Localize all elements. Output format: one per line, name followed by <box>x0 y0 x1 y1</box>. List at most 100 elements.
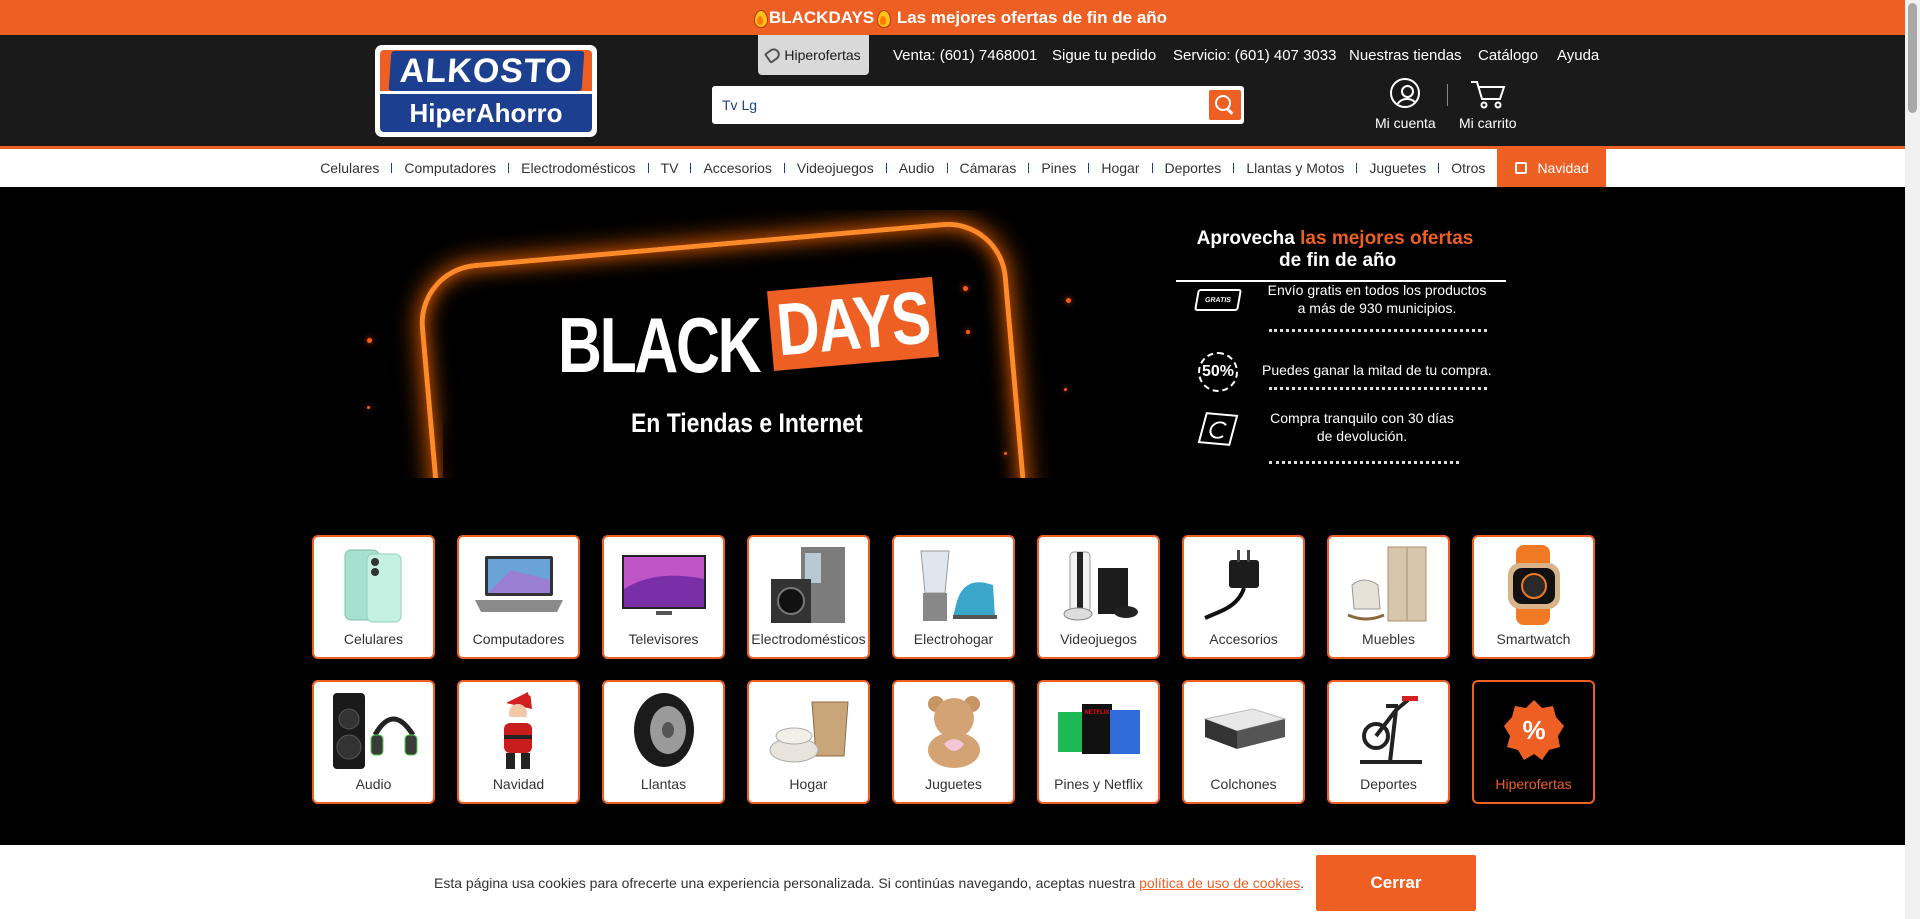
top-link-label: Venta: (601) 7468001 <box>893 46 1038 64</box>
tile-hogar[interactable]: Hogar <box>747 680 870 804</box>
cookie-policy-link[interactable]: política de uso de cookies <box>1139 875 1300 891</box>
category-link[interactable]: Llantas y Motos <box>1246 160 1344 176</box>
tile-hiperofertas[interactable]: % Hiperofertas <box>1472 680 1595 804</box>
tile-muebles[interactable]: Muebles <box>1327 535 1450 659</box>
category-link[interactable]: Accesorios <box>703 160 771 176</box>
promo-tail: Las mejores ofertas de fin de año <box>892 7 1168 27</box>
tile-navidad[interactable]: Navidad <box>457 680 580 804</box>
my-cart-link[interactable]: Mi carrito <box>1459 78 1517 131</box>
tile-label: Electrodomésticos <box>751 631 866 647</box>
nav-divider <box>1233 163 1235 173</box>
tile-juguetes[interactable]: Juguetes <box>892 680 1015 804</box>
cookie-text: Esta página usa cookies para ofrecerte u… <box>434 875 1304 891</box>
tile-colchones[interactable]: Colchones <box>1182 680 1305 804</box>
top-link-servicio[interactable]: Servicio: (601) 407 3033 <box>1173 35 1336 75</box>
category-link[interactable]: Hogar <box>1101 160 1139 176</box>
benefits-title: Aprovecha las mejores ofertas de fin de … <box>1140 228 1530 272</box>
home-goods-image <box>769 701 849 763</box>
spark-dot <box>1064 388 1067 391</box>
search-button[interactable] <box>1208 89 1242 121</box>
scrollbar-thumb[interactable] <box>1908 3 1917 113</box>
tile-label: Televisores <box>628 631 699 647</box>
tile-celulares[interactable]: Celulares <box>312 535 435 659</box>
top-link-ayuda[interactable]: Ayuda <box>1557 35 1599 75</box>
tile-label: Llantas <box>640 776 687 792</box>
tile-label: Colchones <box>1210 776 1277 792</box>
page-scrollbar[interactable] <box>1905 0 1920 919</box>
category-link[interactable]: Electrodomésticos <box>521 160 635 176</box>
category-link[interactable]: Celulares <box>320 160 379 176</box>
nav-divider <box>1356 163 1358 173</box>
tile-label: Accesorios <box>1209 631 1278 647</box>
gift-icon <box>1515 162 1528 174</box>
tile-computadores[interactable]: Computadores <box>457 535 580 659</box>
tile-label: Videojuegos <box>1060 631 1137 647</box>
tile-label: Smartwatch <box>1496 631 1571 647</box>
furniture-image <box>1346 546 1426 622</box>
tile-televisores[interactable]: Televisores <box>602 535 725 659</box>
nav-divider <box>946 163 948 173</box>
category-link[interactable]: Deportes <box>1165 160 1222 176</box>
nav-divider <box>1028 163 1030 173</box>
tile-smartwatch[interactable]: Smartwatch <box>1472 535 1595 659</box>
dotted-divider <box>1269 387 1487 390</box>
tile-accesorios[interactable]: Accesorios <box>1182 535 1305 659</box>
top-link-venta[interactable]: Venta: (601) 7468001 <box>893 35 1037 75</box>
category-link[interactable]: Audio <box>899 160 935 176</box>
flame-icon <box>876 8 892 28</box>
top-link-sigue-pedido[interactable]: Sigue tu pedido <box>1052 35 1156 75</box>
nav-divider <box>647 163 649 173</box>
santa-image <box>503 690 534 769</box>
my-account-link[interactable]: Mi cuenta <box>1375 78 1436 131</box>
benefit-envio-gratis: GRATIS Envío gratis en todos los product… <box>1194 281 1492 325</box>
navidad-nav-button[interactable]: Navidad <box>1497 149 1606 187</box>
blender-iron-image <box>919 550 997 621</box>
truck-icon: GRATIS <box>1194 289 1242 311</box>
top-link-nuestras-tiendas[interactable]: Nuestras tiendas <box>1349 35 1462 75</box>
return-box-icon <box>1197 412 1239 446</box>
teddy-bear-image <box>927 696 980 768</box>
my-cart-label: Mi carrito <box>1459 115 1517 131</box>
nav-divider <box>508 163 510 173</box>
tile-videojuegos[interactable]: Videojuegos <box>1037 535 1160 659</box>
category-link[interactable]: Computadores <box>404 160 496 176</box>
spark-dot <box>963 286 968 291</box>
tile-pines-netflix[interactable]: NETFLIX Pines y Netflix <box>1037 680 1160 804</box>
hiperofertas-tab[interactable]: Hiperofertas <box>758 35 869 75</box>
nav-divider <box>1438 163 1440 173</box>
promo-banner[interactable]: BLACKDAYS Las mejores ofertas de fin de … <box>0 0 1920 35</box>
hero-subtitle: En Tiendas e Internet <box>631 408 863 438</box>
spark-dot <box>1066 298 1071 303</box>
cart-icon <box>1470 81 1506 109</box>
percent-text: % <box>1522 715 1545 745</box>
tile-electrodomesticos[interactable]: Electrodomésticos <box>747 535 870 659</box>
tile-llantas[interactable]: Llantas <box>602 680 725 804</box>
category-link[interactable]: Videojuegos <box>797 160 874 176</box>
search-input[interactable] <box>712 86 1205 124</box>
dotted-divider <box>1269 461 1459 464</box>
appliances-image <box>770 547 845 623</box>
alkosto-logo[interactable]: ALKOSTO HiperAhorro <box>375 45 597 137</box>
tile-deportes[interactable]: Deportes <box>1327 680 1450 804</box>
tile-electrohogar[interactable]: Electrohogar <box>892 535 1015 659</box>
logo-text-top: ALKOSTO <box>388 50 584 91</box>
cookie-close-button[interactable]: Cerrar <box>1316 855 1476 911</box>
category-link[interactable]: Otros <box>1451 160 1485 176</box>
tile-label: Hiperofertas <box>1495 776 1572 792</box>
top-link-catalogo[interactable]: Catálogo <box>1478 35 1538 75</box>
benefit-devolucion: Compra tranquilo con 30 días de devoluci… <box>1196 409 1462 453</box>
category-link[interactable]: Juguetes <box>1369 160 1426 176</box>
tile-label: Muebles <box>1362 631 1415 647</box>
tile-audio[interactable]: Audio <box>312 680 435 804</box>
category-link[interactable]: TV <box>661 160 679 176</box>
tile-label: Navidad <box>492 776 545 792</box>
tile-label: Electrohogar <box>913 631 994 647</box>
blackdays-days-text: DAYS <box>766 275 939 371</box>
logo-text-bottom: HiperAhorro <box>409 97 563 128</box>
netflix-text: NETFLIX <box>1084 710 1109 716</box>
category-link[interactable]: Pines <box>1041 160 1076 176</box>
consoles-image <box>1063 551 1138 621</box>
blackdays-hero-banner[interactable]: BLACK DAYS En Tiendas e Internet <box>313 210 1083 478</box>
category-link[interactable]: Cámaras <box>960 160 1017 176</box>
benefits-title-a: Aprovecha <box>1196 228 1301 249</box>
